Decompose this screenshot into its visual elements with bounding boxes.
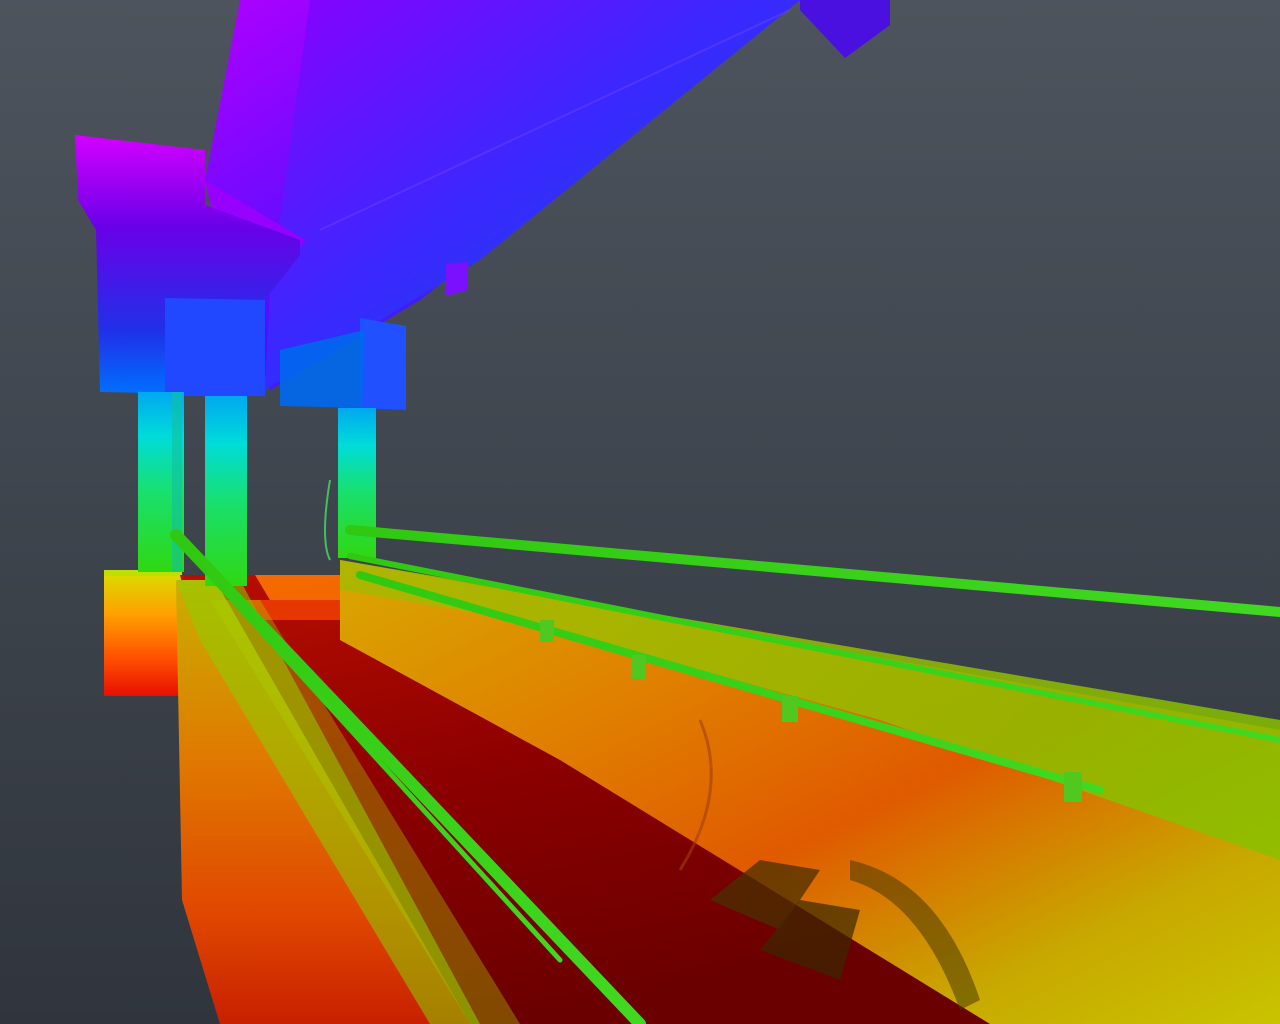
support-column-left: [138, 392, 184, 572]
equipment-block: [104, 570, 182, 696]
support-column-middle: [205, 396, 247, 586]
point-cloud-scene[interactable]: [0, 0, 1280, 1024]
point-cloud-viewport[interactable]: [0, 0, 1280, 1024]
